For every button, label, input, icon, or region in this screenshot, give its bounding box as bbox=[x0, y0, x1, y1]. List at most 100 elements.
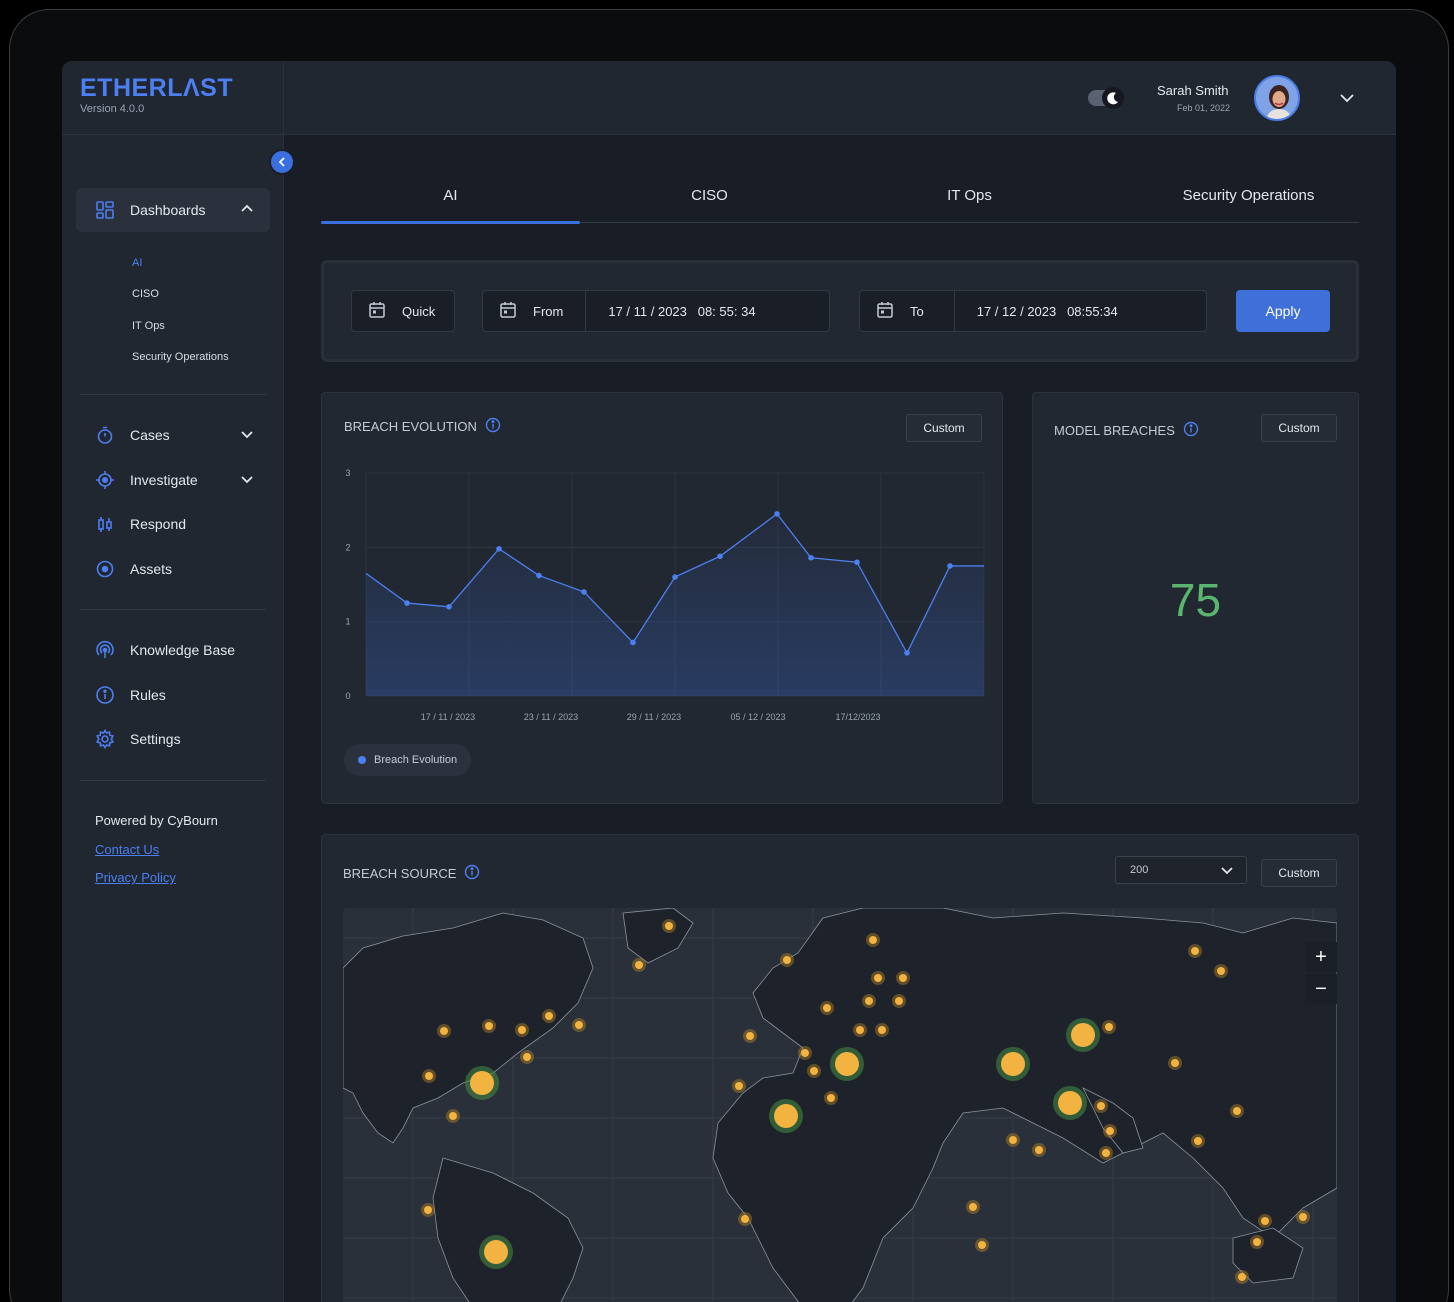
breach-marker[interactable] bbox=[1238, 1273, 1246, 1281]
breach-marker[interactable] bbox=[1253, 1238, 1261, 1246]
custom-button[interactable]: Custom bbox=[1261, 859, 1337, 887]
breach-marker[interactable] bbox=[424, 1206, 432, 1214]
zoom-in-button[interactable]: + bbox=[1305, 942, 1337, 972]
breach-marker-large[interactable] bbox=[774, 1104, 798, 1128]
breach-marker[interactable] bbox=[827, 1094, 835, 1102]
breach-marker[interactable] bbox=[575, 1021, 583, 1029]
chevron-down-icon[interactable] bbox=[1338, 89, 1356, 112]
chart-legend[interactable]: Breach Evolution bbox=[344, 744, 472, 776]
sidebar-subitem-security-operations[interactable]: Security Operations bbox=[132, 351, 229, 363]
breach-marker[interactable] bbox=[665, 922, 673, 930]
zoom-out-button[interactable]: − bbox=[1305, 974, 1337, 1004]
info-icon[interactable] bbox=[1183, 421, 1199, 440]
sidebar-subitem-it-ops[interactable]: IT Ops bbox=[132, 320, 165, 332]
theme-toggle[interactable] bbox=[1088, 87, 1128, 109]
x-tick-label: 05 / 12 / 2023 bbox=[730, 712, 785, 722]
breach-marker[interactable] bbox=[783, 956, 791, 964]
x-tick-label: 23 / 11 / 2023 bbox=[524, 712, 578, 722]
sidebar-item-dashboards[interactable]: Dashboards bbox=[76, 190, 270, 230]
breach-marker[interactable] bbox=[969, 1203, 977, 1211]
sidebar-item-respond[interactable]: Respond bbox=[76, 504, 270, 544]
breach-marker[interactable] bbox=[735, 1082, 743, 1090]
tab-ai[interactable]: AI bbox=[321, 187, 580, 204]
breach-marker[interactable] bbox=[741, 1215, 749, 1223]
chevron-up-icon[interactable] bbox=[240, 202, 254, 219]
privacy-policy-link[interactable]: Privacy Policy bbox=[95, 870, 176, 885]
breach-marker[interactable] bbox=[545, 1012, 553, 1020]
breach-marker-large[interactable] bbox=[1071, 1023, 1095, 1047]
breach-marker[interactable] bbox=[869, 936, 877, 944]
sidebar-item-investigate[interactable]: Investigate bbox=[76, 460, 270, 500]
custom-button[interactable]: Custom bbox=[1261, 414, 1337, 442]
breach-marker[interactable] bbox=[856, 1026, 864, 1034]
breach-marker[interactable] bbox=[1009, 1136, 1017, 1144]
breach-marker[interactable] bbox=[899, 974, 907, 982]
sidebar-item-settings[interactable]: Settings bbox=[76, 719, 270, 759]
breach-marker-large[interactable] bbox=[1001, 1052, 1025, 1076]
sidebar-subitem-ciso[interactable]: CISO bbox=[132, 288, 159, 300]
apply-button[interactable]: Apply bbox=[1236, 290, 1330, 332]
data-point bbox=[774, 511, 780, 517]
tab-security-operations[interactable]: Security Operations bbox=[1119, 187, 1378, 204]
chevron-down-icon[interactable] bbox=[240, 472, 254, 489]
world-map[interactable]: + − bbox=[343, 908, 1337, 1302]
card-title-text: MODEL BREACHES bbox=[1054, 423, 1175, 438]
sidebar-item-rules[interactable]: Rules bbox=[76, 675, 270, 715]
data-point bbox=[446, 604, 452, 610]
breach-marker[interactable] bbox=[1171, 1059, 1179, 1067]
filter-bar: Quick From 17 / 11 / 2023 08: 55: 34 To … bbox=[321, 260, 1359, 362]
tab-it-ops[interactable]: IT Ops bbox=[840, 187, 1099, 204]
breach-marker[interactable] bbox=[878, 1026, 886, 1034]
breach-marker[interactable] bbox=[449, 1112, 457, 1120]
breach-marker[interactable] bbox=[865, 997, 873, 1005]
quick-range-button[interactable]: Quick bbox=[351, 290, 455, 332]
sidebar-subitem-ai[interactable]: AI bbox=[132, 257, 142, 269]
breach-source-title: BREACH SOURCE bbox=[343, 864, 480, 883]
breach-marker[interactable] bbox=[1097, 1102, 1105, 1110]
breach-marker[interactable] bbox=[746, 1032, 754, 1040]
breach-marker[interactable] bbox=[635, 961, 643, 969]
breach-marker[interactable] bbox=[895, 997, 903, 1005]
count-select[interactable]: 200 bbox=[1115, 856, 1247, 884]
breach-marker[interactable] bbox=[1233, 1107, 1241, 1115]
calendar-icon bbox=[876, 301, 894, 322]
breach-marker[interactable] bbox=[874, 974, 882, 982]
legend-dot bbox=[358, 756, 366, 764]
breach-marker[interactable] bbox=[1102, 1149, 1110, 1157]
breach-marker[interactable] bbox=[485, 1022, 493, 1030]
breach-marker[interactable] bbox=[518, 1026, 526, 1034]
breach-marker[interactable] bbox=[1194, 1137, 1202, 1145]
sidebar-item-assets[interactable]: Assets bbox=[76, 549, 270, 589]
sidebar-item-cases[interactable]: Cases bbox=[76, 415, 270, 455]
breach-marker-large[interactable] bbox=[470, 1071, 494, 1095]
breach-marker[interactable] bbox=[425, 1072, 433, 1080]
breach-marker[interactable] bbox=[1299, 1213, 1307, 1221]
breach-marker[interactable] bbox=[978, 1241, 986, 1249]
breach-marker[interactable] bbox=[810, 1067, 818, 1075]
sidebar-item-knowledge-base[interactable]: Knowledge Base bbox=[76, 630, 270, 670]
breach-marker[interactable] bbox=[801, 1049, 809, 1057]
breach-marker[interactable] bbox=[1261, 1217, 1269, 1225]
to-date-field[interactable]: To 17 / 12 / 2023 08:55:34 bbox=[859, 290, 1207, 332]
info-icon[interactable] bbox=[485, 417, 501, 436]
breach-marker[interactable] bbox=[440, 1027, 448, 1035]
info-icon[interactable] bbox=[464, 864, 480, 883]
breach-marker[interactable] bbox=[523, 1053, 531, 1061]
breach-marker-large[interactable] bbox=[835, 1052, 859, 1076]
breach-marker-large[interactable] bbox=[484, 1240, 508, 1264]
chevron-down-icon[interactable] bbox=[240, 427, 254, 444]
custom-button[interactable]: Custom bbox=[906, 414, 982, 442]
breach-marker[interactable] bbox=[1106, 1127, 1114, 1135]
breach-marker[interactable] bbox=[1105, 1023, 1113, 1031]
contact-us-link[interactable]: Contact Us bbox=[95, 842, 159, 857]
logo[interactable]: ETHERLΛST bbox=[80, 75, 265, 101]
avatar[interactable] bbox=[1254, 75, 1300, 121]
breach-marker[interactable] bbox=[1191, 947, 1199, 955]
collapse-sidebar-button[interactable] bbox=[269, 149, 295, 175]
breach-marker[interactable] bbox=[1217, 967, 1225, 975]
tab-ciso[interactable]: CISO bbox=[580, 187, 839, 204]
breach-marker[interactable] bbox=[823, 1004, 831, 1012]
breach-marker-large[interactable] bbox=[1058, 1091, 1082, 1115]
from-date-field[interactable]: From 17 / 11 / 2023 08: 55: 34 bbox=[482, 290, 830, 332]
breach-marker[interactable] bbox=[1035, 1146, 1043, 1154]
